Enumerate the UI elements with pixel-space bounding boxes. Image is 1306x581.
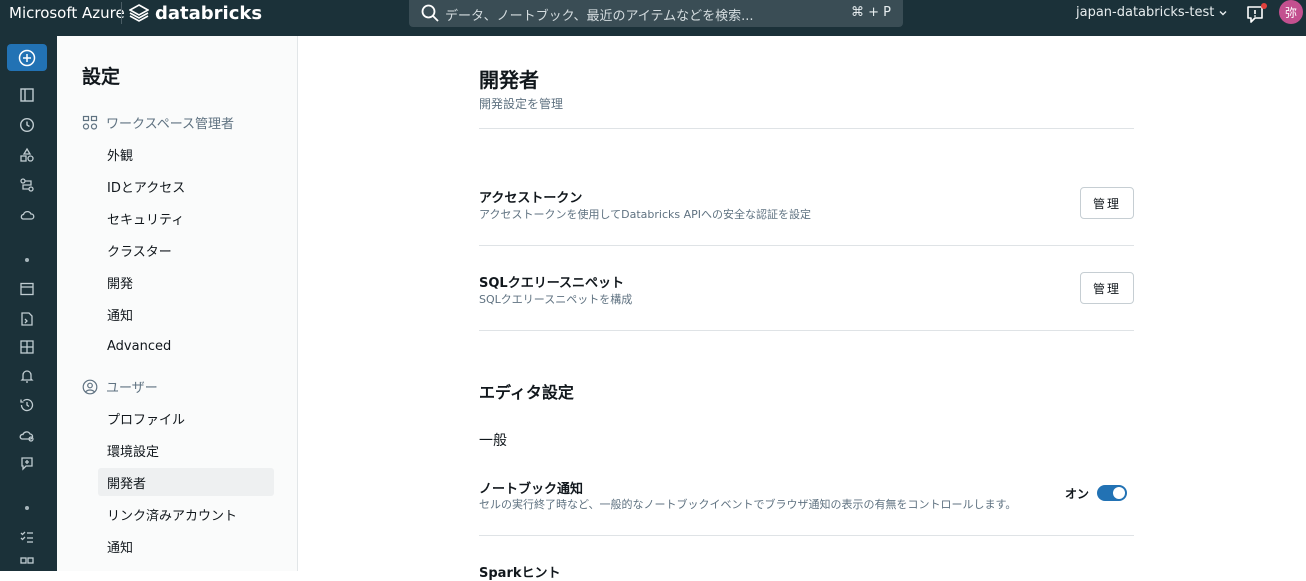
user-avatar[interactable]: 弥 bbox=[1279, 0, 1303, 24]
rail-separator-dot bbox=[25, 506, 29, 510]
admin-icon bbox=[82, 115, 98, 130]
global-search-bar[interactable]: データ、ノートブック、最近のアイテムなどを検索... ⌘ + P bbox=[409, 0, 903, 27]
workspace-name: japan-databricks-test bbox=[1076, 5, 1215, 20]
sidebar-item-appearance[interactable]: 外観 bbox=[98, 140, 274, 168]
sidebar-item-profile[interactable]: プロファイル bbox=[98, 404, 274, 432]
toggle-knob bbox=[1113, 487, 1125, 499]
divider bbox=[479, 535, 1134, 536]
features-icon[interactable] bbox=[18, 528, 36, 546]
group-label: ユーザー bbox=[106, 381, 158, 396]
sidebar-item-notifications-user[interactable]: 通知 bbox=[98, 532, 274, 560]
experiments-icon[interactable] bbox=[18, 454, 36, 472]
brand-divider bbox=[121, 2, 122, 24]
new-button[interactable] bbox=[7, 44, 47, 71]
workspace-switcher[interactable]: japan-databricks-test bbox=[1076, 5, 1228, 20]
divider bbox=[479, 245, 1134, 246]
spark-hints-title: Sparkヒント bbox=[479, 566, 561, 581]
sidebar-item-notifications-admin[interactable]: 通知 bbox=[98, 300, 274, 328]
rail-separator-dot bbox=[25, 258, 29, 262]
recents-icon[interactable] bbox=[18, 116, 36, 134]
editor-settings-heading: エディタ設定 bbox=[479, 383, 574, 402]
user-icon bbox=[82, 379, 98, 394]
workflows-icon[interactable] bbox=[18, 176, 36, 194]
databricks-logo-icon bbox=[129, 4, 149, 22]
workspace-icon[interactable] bbox=[18, 86, 36, 104]
dashboards-icon[interactable] bbox=[18, 338, 36, 356]
sidebar-item-preferences[interactable]: 環境設定 bbox=[98, 436, 274, 464]
main-content: 開発者 開発設定を管理 アクセストークン アクセストークンを使用してDatabr… bbox=[299, 36, 1306, 581]
group-user: ユーザー bbox=[82, 377, 158, 396]
search-placeholder: データ、ノートブック、最近のアイテムなどを検索... bbox=[445, 9, 754, 24]
sidebar-item-security[interactable]: セキュリティ bbox=[98, 204, 274, 232]
compute-icon[interactable] bbox=[18, 206, 36, 224]
sql-warehouses-icon[interactable] bbox=[18, 426, 36, 444]
group-workspace-admin: ワークスペース管理者 bbox=[82, 113, 234, 132]
left-nav-rail bbox=[0, 36, 57, 571]
sql-snippets-desc: SQLクエリースニペットを構成 bbox=[479, 293, 633, 306]
access-tokens-title: アクセストークン bbox=[479, 191, 583, 206]
settings-title: 設定 bbox=[82, 66, 121, 88]
page-title: 開発者 bbox=[479, 68, 539, 92]
alerts-icon[interactable] bbox=[18, 367, 36, 385]
search-icon bbox=[421, 4, 439, 22]
sql-editor-icon[interactable] bbox=[18, 280, 36, 298]
search-shortcut: ⌘ + P bbox=[851, 5, 891, 20]
general-heading: 一般 bbox=[479, 433, 507, 449]
databricks-logo[interactable]: databricks bbox=[129, 2, 262, 24]
catalog-icon[interactable] bbox=[18, 146, 36, 164]
notebook-notifications-toggle[interactable] bbox=[1097, 485, 1127, 501]
sidebar-item-development[interactable]: 開発 bbox=[98, 268, 274, 296]
notebook-notifications-title: ノートブック通知 bbox=[479, 482, 584, 497]
divider bbox=[479, 330, 1134, 331]
toggle-state-label: オン bbox=[1065, 487, 1090, 501]
sql-snippets-title: SQLクエリースニペット bbox=[479, 276, 625, 291]
chevron-down-icon bbox=[1219, 10, 1227, 15]
sidebar-item-advanced[interactable]: Advanced bbox=[98, 332, 274, 360]
manage-sql-snippets-button[interactable]: 管理 bbox=[1080, 272, 1134, 304]
page-subtitle: 開発設定を管理 bbox=[479, 97, 564, 111]
microsoft-azure-label[interactable]: Microsoft Azure bbox=[9, 4, 125, 22]
sidebar-item-clusters[interactable]: クラスター bbox=[98, 236, 274, 264]
notebook-notifications-desc: セルの実行終了時など、一般的なノートブックイベントでブラウザ通知の表示の有無をコ… bbox=[479, 498, 1017, 511]
sidebar-item-identity-access[interactable]: IDとアクセス bbox=[98, 172, 274, 200]
top-bar: Microsoft Azure databricks データ、ノートブック、最近… bbox=[0, 0, 1306, 36]
manage-access-tokens-button[interactable]: 管理 bbox=[1080, 187, 1134, 219]
models-icon[interactable] bbox=[18, 554, 36, 572]
access-tokens-desc: アクセストークンを使用してDatabricks APIへの安全な認証を設定 bbox=[479, 208, 811, 221]
notification-dot bbox=[1261, 3, 1267, 9]
queries-icon[interactable] bbox=[18, 310, 36, 328]
query-history-icon[interactable] bbox=[18, 396, 36, 414]
sidebar-item-developer[interactable]: 開発者 bbox=[98, 468, 274, 496]
plus-icon bbox=[18, 49, 36, 66]
divider bbox=[479, 128, 1134, 129]
group-label: ワークスペース管理者 bbox=[106, 117, 235, 132]
databricks-wordmark: databricks bbox=[155, 2, 263, 24]
settings-sidebar: 設定 ワークスペース管理者 外観 IDとアクセス セキュリティ クラスター 開発… bbox=[57, 36, 298, 571]
sidebar-item-linked-accounts[interactable]: リンク済みアカウント bbox=[98, 500, 274, 528]
